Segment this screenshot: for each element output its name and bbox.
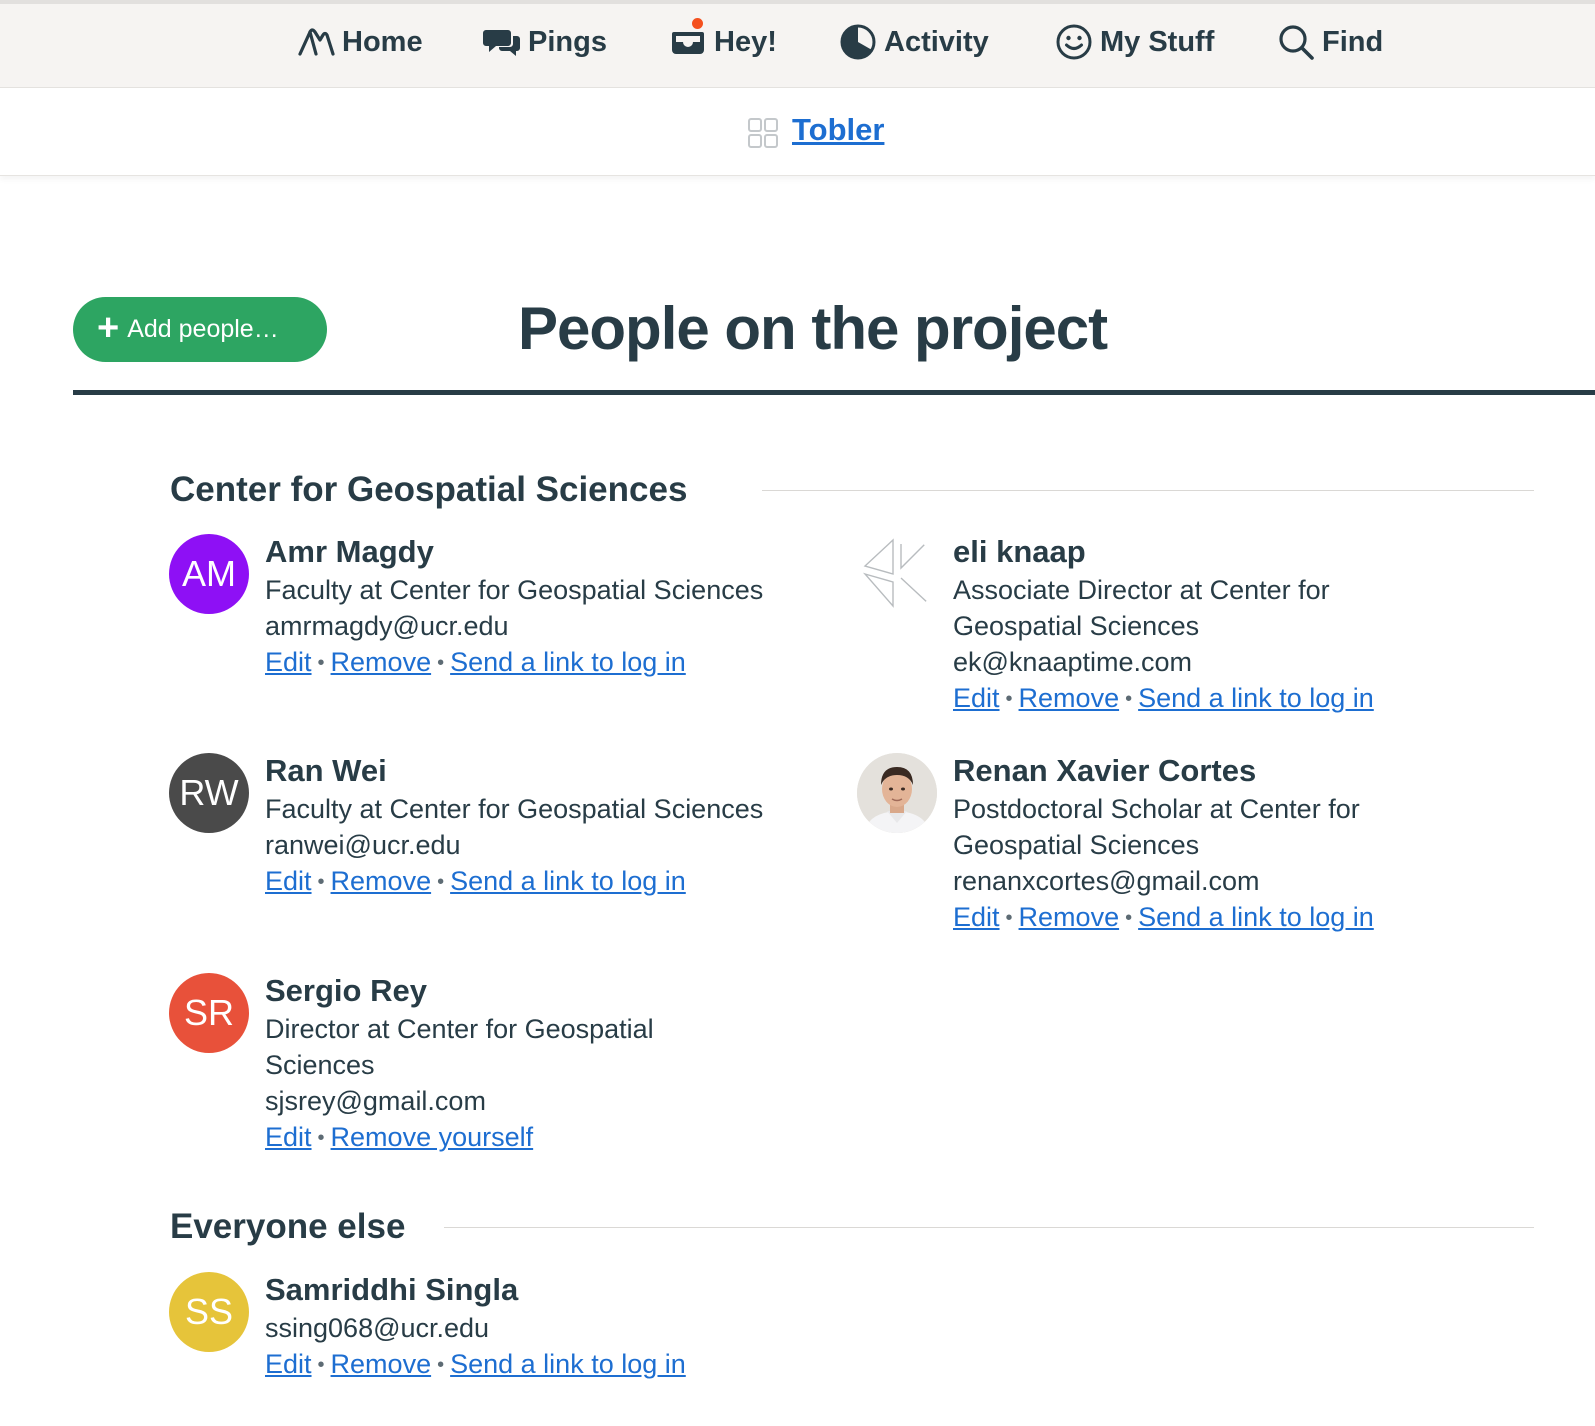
send-login-link[interactable]: Send a link to log in <box>1138 902 1374 932</box>
avatar[interactable]: SS <box>169 1272 249 1352</box>
person-role-line: Geospatial Sciences <box>953 611 1200 641</box>
send-login-link[interactable]: Send a link to log in <box>450 1349 686 1379</box>
nav-hey-label: Hey! <box>714 25 777 58</box>
magnifying-glass-icon <box>1279 25 1314 60</box>
avatar[interactable]: RW <box>169 753 249 833</box>
separator-dot: • <box>1125 688 1133 710</box>
person-name: Amr Magdy <box>265 534 434 569</box>
edit-link[interactable]: Edit <box>953 902 1000 932</box>
edit-link[interactable]: Edit <box>953 683 1000 713</box>
plus-icon: + <box>97 306 120 349</box>
nav-home[interactable]: Home <box>296 22 423 62</box>
nav-pings[interactable]: Pings <box>482 22 607 62</box>
grid-icon <box>748 118 778 148</box>
separator-dot: • <box>1125 907 1133 929</box>
edit-link[interactable]: Edit <box>265 1122 312 1152</box>
separator-dot: • <box>1005 688 1013 710</box>
group-heading: Everyone else <box>170 1207 406 1246</box>
geometric-logo-icon[interactable] <box>857 534 937 614</box>
person-email: sjsrey@gmail.com <box>265 1086 486 1116</box>
group-divider <box>444 1227 1534 1228</box>
group-heading: Center for Geospatial Sciences <box>170 470 688 509</box>
nav-find[interactable]: Find <box>1276 22 1383 62</box>
avatar[interactable]: AM <box>169 534 249 614</box>
send-login-link[interactable]: Send a link to log in <box>1138 683 1374 713</box>
top-navigation: Home Pings Hey! Activity My Stuff Find <box>0 0 1595 88</box>
basecamp-home-icon <box>298 28 335 56</box>
page-title: People on the project <box>518 295 1108 362</box>
project-link[interactable]: Tobler <box>792 112 884 148</box>
project-bar: Tobler <box>0 88 1595 176</box>
person-actions: Edit • Remove • Send a link to log in <box>953 680 1374 717</box>
remove-link[interactable]: Remove <box>331 866 432 896</box>
person-role-line: Director at Center for Geospatial <box>265 1014 654 1044</box>
nav-my-stuff-label: My Stuff <box>1100 25 1215 58</box>
edit-link[interactable]: Edit <box>265 866 312 896</box>
notification-dot <box>690 16 705 31</box>
person-role-line: Associate Director at Center for <box>953 575 1330 605</box>
nav-activity-label: Activity <box>884 25 989 58</box>
person-name: Renan Xavier Cortes <box>953 753 1257 788</box>
smiley-face-icon <box>1056 24 1092 60</box>
nav-find-label: Find <box>1322 25 1384 58</box>
add-people-button[interactable]: + Add people… <box>73 297 327 362</box>
person-name: Ran Wei <box>265 753 387 788</box>
person-actions: Edit • Remove • Send a link to log in <box>265 644 763 681</box>
add-people-label: Add people… <box>127 315 279 343</box>
edit-link[interactable]: Edit <box>265 647 312 677</box>
person-name: eli knaap <box>953 534 1086 569</box>
pie-chart-icon <box>840 24 876 60</box>
remove-link[interactable]: Remove <box>1019 683 1120 713</box>
person-email: renanxcortes@gmail.com <box>953 866 1260 896</box>
separator-dot: • <box>1005 907 1013 929</box>
separator-dot: • <box>437 871 445 893</box>
nav-activity[interactable]: Activity <box>838 22 989 62</box>
person-role-line: Postdoctoral Scholar at Center for <box>953 794 1360 824</box>
person-email: amrmagdy@ucr.edu <box>265 611 509 641</box>
person-email: ranwei@ucr.edu <box>265 830 461 860</box>
person-role: Faculty at Center for Geospatial Science… <box>265 794 764 824</box>
remove-yourself-link[interactable]: Remove yourself <box>331 1122 534 1152</box>
separator-dot: • <box>317 871 325 893</box>
chat-bubbles-icon <box>483 30 520 56</box>
person-email: ek@knaaptime.com <box>953 647 1193 677</box>
title-divider <box>73 390 1595 395</box>
person-actions: Edit • Remove • Send a link to log in <box>265 863 763 900</box>
person-name: Sergio Rey <box>265 973 427 1008</box>
separator-dot: • <box>317 1127 325 1149</box>
avatar[interactable]: SR <box>169 973 249 1053</box>
person-role-line: Geospatial Sciences <box>953 830 1200 860</box>
nav-home-label: Home <box>342 25 423 58</box>
send-login-link[interactable]: Send a link to log in <box>450 647 686 677</box>
separator-dot: • <box>437 652 445 674</box>
nav-hey[interactable]: Hey! <box>668 16 777 62</box>
remove-link[interactable]: Remove <box>331 647 432 677</box>
separator-dot: • <box>437 1354 445 1376</box>
remove-link[interactable]: Remove <box>331 1349 432 1379</box>
person-role: Faculty at Center for Geospatial Science… <box>265 575 764 605</box>
edit-link[interactable]: Edit <box>265 1349 312 1379</box>
person-actions: Edit • Remove • Send a link to log in <box>953 899 1374 936</box>
person-email: ssing068@ucr.edu <box>265 1313 490 1343</box>
profile-photo[interactable] <box>857 753 937 833</box>
person-actions: Edit • Remove yourself <box>265 1119 654 1156</box>
separator-dot: • <box>317 652 325 674</box>
nav-my-stuff[interactable]: My Stuff <box>1054 22 1214 62</box>
separator-dot: • <box>317 1354 325 1376</box>
remove-link[interactable]: Remove <box>1019 902 1120 932</box>
person-actions: Edit • Remove • Send a link to log in <box>265 1346 686 1383</box>
person-role-line: Sciences <box>265 1050 375 1080</box>
nav-pings-label: Pings <box>528 25 607 58</box>
group-divider <box>762 490 1534 491</box>
send-login-link[interactable]: Send a link to log in <box>450 866 686 896</box>
person-name: Samriddhi Singla <box>265 1272 519 1307</box>
